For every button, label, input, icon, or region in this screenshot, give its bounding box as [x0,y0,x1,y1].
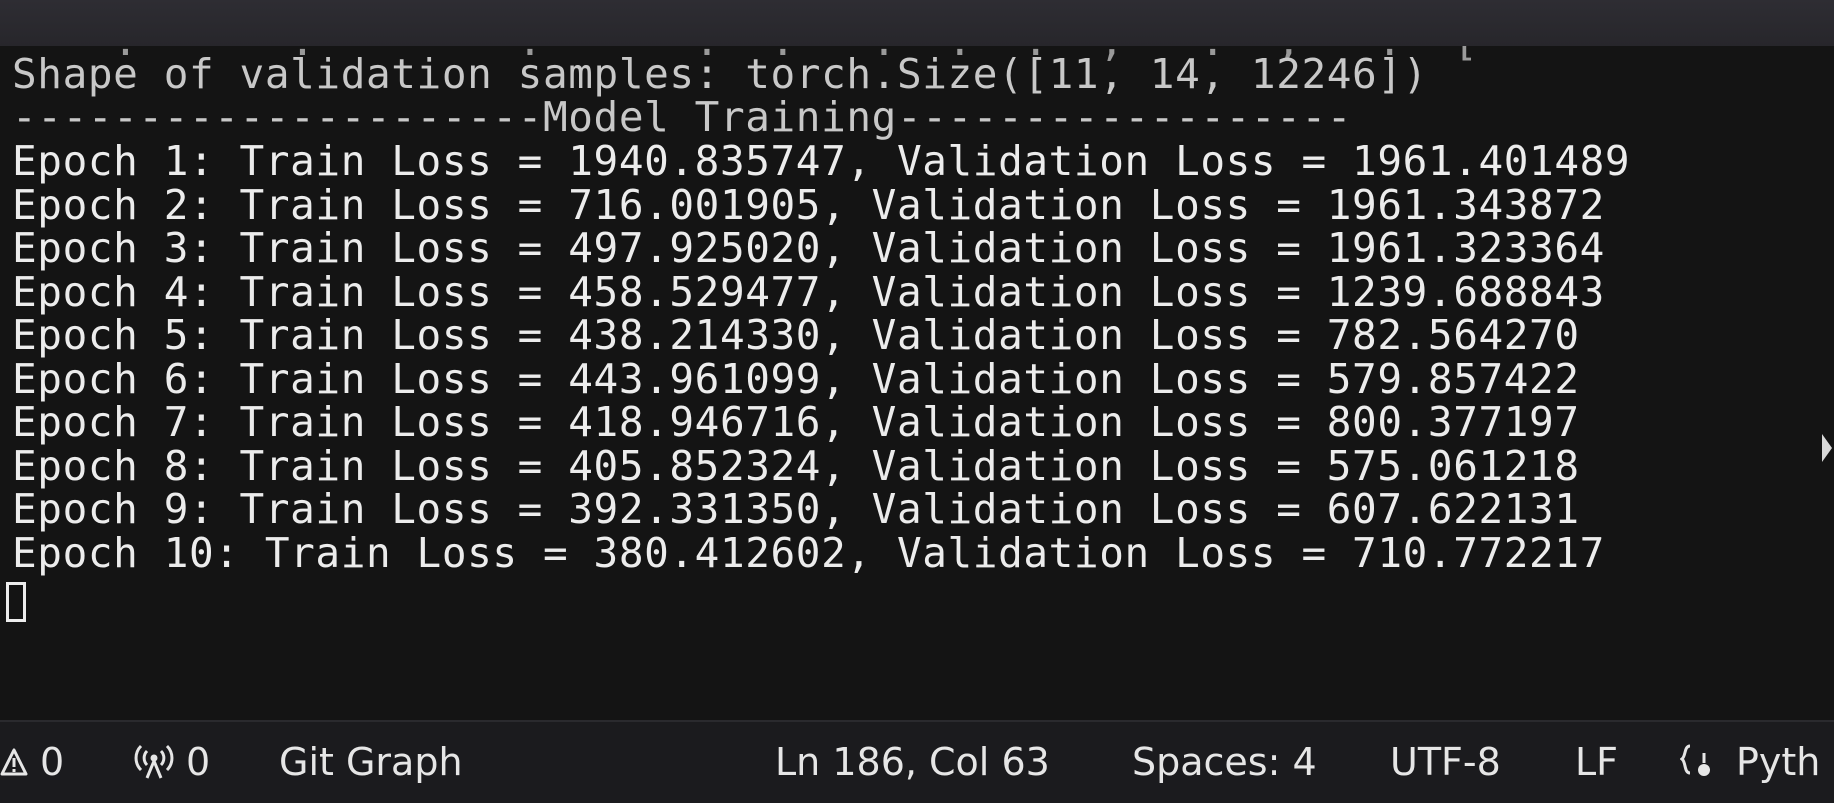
line-ending-setting[interactable]: LF [1575,740,1618,784]
warnings-count: 0 [40,740,65,784]
scroll-indicator-icon [1822,434,1832,462]
language-label: Pyth [1736,740,1821,784]
cursor-position[interactable]: Ln 186, Col 63 [775,740,1050,784]
status-bar: 0 0 Git Graph Ln 186, Col 63 Spaces: 4 U… [0,720,1834,803]
braces-icon [1680,743,1724,781]
indentation-setting[interactable]: Spaces: 4 [1132,740,1317,784]
warning-icon [0,747,28,777]
git-graph-button[interactable]: Git Graph [279,740,463,784]
terminal-cursor [6,582,26,622]
ports-status[interactable]: 0 [134,740,210,784]
broadcast-icon [134,744,174,780]
terminal-epoch-line: Epoch 10: Train Loss = 380.412602, Valid… [12,529,1605,577]
problems-status[interactable]: 0 [0,740,64,784]
language-mode[interactable]: Pyth [1680,740,1820,784]
terminal-panel[interactable]: . . . . . . . . , . , . [ Shape of valid… [0,46,1834,720]
ports-count: 0 [186,740,211,784]
window-top-bar [0,0,1834,46]
encoding-setting[interactable]: UTF-8 [1390,740,1501,784]
